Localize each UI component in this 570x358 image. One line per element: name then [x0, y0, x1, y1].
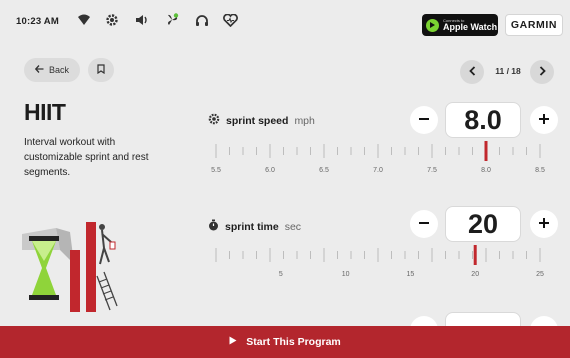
decrease-speed-button[interactable]	[410, 106, 438, 134]
time-value[interactable]: 20	[445, 206, 521, 242]
decrease-time-button[interactable]	[410, 210, 438, 238]
workout-description: Interval workout with customizable sprin…	[24, 137, 149, 178]
bookmark-button[interactable]	[88, 58, 114, 82]
ruler-tick-label: 8.5	[535, 167, 545, 174]
clock: 10:23 AM	[16, 16, 59, 27]
chevron-left-icon	[468, 65, 476, 79]
workout-title: HIIT	[24, 99, 66, 125]
sprint-speed-label: sprint speed mph	[208, 113, 315, 128]
hiit-illustration	[20, 206, 130, 312]
param-name: sprint speed	[226, 114, 289, 127]
minus-icon	[417, 109, 431, 132]
previous-program-button[interactable]	[460, 60, 484, 84]
time-slider[interactable]: 5 10 15 20 25	[208, 245, 548, 281]
timer-icon	[208, 219, 219, 234]
heart-rate-icon[interactable]	[222, 12, 238, 28]
arrow-left-icon	[34, 65, 44, 75]
ruler-tick-label: 6.5	[319, 167, 329, 174]
apple-watch-icon	[426, 18, 439, 32]
program-pager: 11 / 18	[495, 66, 521, 76]
increase-speed-button[interactable]	[530, 106, 558, 134]
garmin-badge[interactable]: GARMIN	[505, 14, 563, 36]
minus-icon	[417, 213, 431, 236]
ruler-tick-label: 5.5	[211, 167, 221, 174]
ruler-tick-label: 5	[279, 271, 283, 278]
ruler-tick-label: 7.5	[427, 167, 437, 174]
plus-icon	[537, 213, 551, 236]
apple-watch-label: Apple Watch	[443, 21, 498, 32]
param-unit: sec	[284, 220, 302, 233]
next-program-button[interactable]	[530, 60, 554, 84]
back-button[interactable]: Back	[24, 58, 80, 82]
volume-icon[interactable]	[134, 12, 150, 28]
speed-icon	[208, 113, 220, 128]
increase-time-button[interactable]	[530, 210, 558, 238]
ruler-tick-label: 6.0	[265, 167, 275, 174]
bookmark-icon	[97, 61, 105, 79]
ruler-tick-label: 20	[471, 271, 479, 278]
speed-value[interactable]: 8.0	[445, 102, 521, 138]
plus-icon	[537, 109, 551, 132]
play-icon	[229, 336, 237, 348]
ruler-tick-label: 10	[342, 271, 350, 278]
settings-icon[interactable]	[104, 12, 120, 28]
ruler-tick-label: 15	[407, 271, 415, 278]
ruler-tick-label: 8.0	[481, 167, 491, 174]
start-program-label: Start This Program	[246, 336, 341, 348]
chevron-right-icon	[539, 65, 546, 79]
status-bar: 10:23 AM Connects to Apple Watch GARMIN	[0, 0, 570, 44]
wifi-icon[interactable]	[76, 12, 92, 28]
start-program-button[interactable]: Start This Program	[0, 326, 570, 358]
apple-watch-badge[interactable]: Connects to Apple Watch	[422, 14, 498, 36]
ruler-tick-label: 25	[536, 271, 544, 278]
fan-icon[interactable]	[164, 12, 180, 28]
speed-slider[interactable]: 5.5 6.0 6.5 7.0 7.5 8.0 8.5	[208, 141, 548, 177]
param-unit: mph	[294, 114, 315, 127]
param-name: sprint time	[225, 220, 279, 233]
ruler-tick-label: 7.0	[373, 167, 383, 174]
headphones-icon[interactable]	[194, 12, 210, 28]
sprint-time-label: sprint time sec	[208, 219, 301, 234]
back-label: Back	[48, 65, 69, 75]
